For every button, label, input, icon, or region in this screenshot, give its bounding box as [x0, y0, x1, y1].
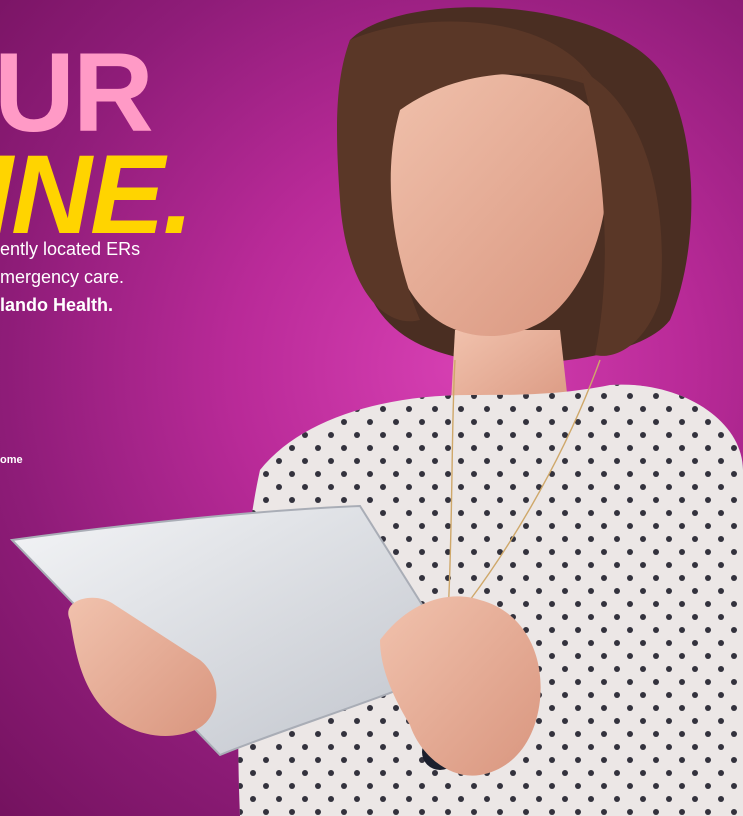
- hero-copy-line-3: lando Health.: [0, 294, 114, 315]
- headline: UR INE.: [0, 30, 194, 258]
- hero-copy-line-2: mergency care.: [0, 266, 125, 287]
- footnote-link[interactable]: ome: [0, 454, 23, 466]
- hero-banner: UR INE. ently located ERs mergency care.…: [0, 0, 743, 816]
- headline-line-2: INE.: [0, 132, 194, 258]
- hero-copy-line-1: ently located ERs: [0, 239, 141, 259]
- hero-copy: ently located ERs mergency care. lando H…: [0, 236, 360, 320]
- headline-line-1: UR: [0, 30, 154, 155]
